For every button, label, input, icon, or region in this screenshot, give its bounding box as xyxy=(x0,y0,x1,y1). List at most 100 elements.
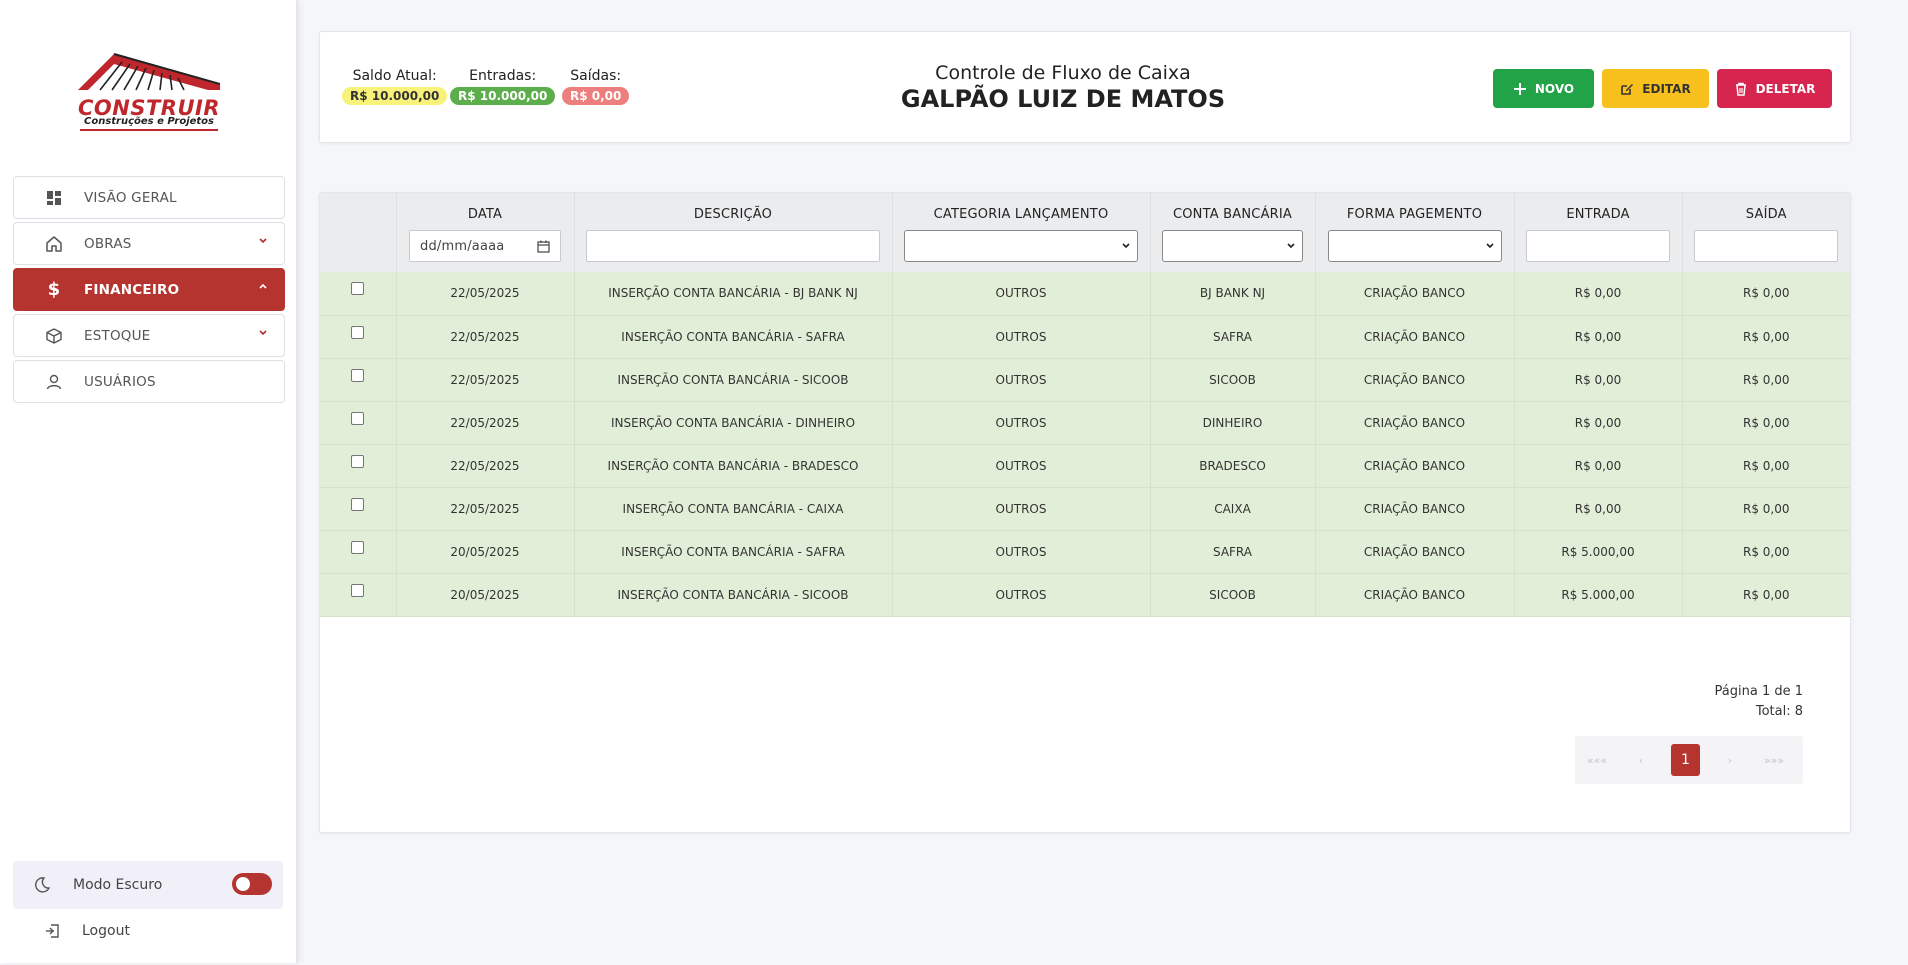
header-forma: FORMA PAGEMENTO xyxy=(1315,193,1515,272)
building-logo-icon xyxy=(78,53,220,91)
header-conta: CONTA BANCÁRIA xyxy=(1150,193,1316,272)
sidebar-item-label: USUÁRIOS xyxy=(84,373,156,390)
cell-entrada: R$ 0,00 xyxy=(1514,315,1683,358)
row-checkbox[interactable] xyxy=(351,411,365,425)
prev-page-button[interactable]: ‹ xyxy=(1619,754,1663,767)
sidebar-item-label: OBRAS xyxy=(84,235,132,252)
table-row[interactable]: 22/05/2025 INSERÇÃO CONTA BANCÁRIA - BRAD… xyxy=(320,444,1850,487)
row-checkbox[interactable] xyxy=(351,497,365,511)
page-title: GALPÃO LUIZ DE MATOS xyxy=(900,85,1226,113)
row-select-cell xyxy=(320,530,397,573)
cell-conta: CAIXA xyxy=(1150,487,1316,530)
sidebar-item-visao-geral[interactable]: VISÃO GERAL xyxy=(13,176,285,219)
cell-categoria: OUTROS xyxy=(892,487,1151,530)
cell-data: 20/05/2025 xyxy=(396,573,575,616)
brand-logo[interactable]: CONSTRUIR Construções e Projetos xyxy=(78,48,220,136)
sidebar-item-obras[interactable]: OBRAS xyxy=(13,222,285,265)
cell-data: 22/05/2025 xyxy=(396,358,575,401)
table-row[interactable]: 22/05/2025 INSERÇÃO CONTA BANCÁRIA - DINH… xyxy=(320,401,1850,444)
sidebar-item-financeiro[interactable]: $ FINANCEIRO xyxy=(13,268,285,311)
chevron-down-icon xyxy=(258,327,268,341)
column-label: DATA xyxy=(467,207,503,222)
row-checkbox[interactable] xyxy=(351,454,365,468)
plus-icon xyxy=(1513,82,1526,95)
cell-forma: CRIAÇÃO BANCO xyxy=(1315,358,1515,401)
current-page-button[interactable]: 1 xyxy=(1671,744,1700,776)
sidebar-item-usuarios[interactable]: USUÁRIOS xyxy=(13,360,285,403)
new-button[interactable]: NOVO xyxy=(1493,69,1594,108)
cell-descricao: INSERÇÃO CONTA BANCÁRIA - BRADESCO xyxy=(574,444,893,487)
forma-filter-select[interactable] xyxy=(1327,230,1502,262)
trash-icon xyxy=(1735,82,1746,96)
sidebar-item-label: FINANCEIRO xyxy=(84,281,180,298)
logout-icon xyxy=(44,922,64,940)
cell-saida: R$ 0,00 xyxy=(1742,587,1790,602)
delete-button[interactable]: DELETAR xyxy=(1717,69,1832,108)
column-label: ENTRADA xyxy=(1566,207,1630,222)
brand-tagline: Construções e Projetos xyxy=(80,116,218,131)
cell-conta: SAFRA xyxy=(1150,530,1316,573)
pagination-info: Página 1 de 1 Total: 8 xyxy=(1715,682,1803,722)
new-button-label: NOVO xyxy=(1534,81,1575,96)
logout-button[interactable]: Logout xyxy=(44,918,130,944)
saida-filter-input[interactable] xyxy=(1694,230,1839,262)
table-row[interactable]: 22/05/2025 INSERÇÃO CONTA BANCÁRIA - BJ B… xyxy=(320,272,1850,315)
table-row[interactable]: 22/05/2025 INSERÇÃO CONTA BANCÁRIA - SICO… xyxy=(320,358,1850,401)
table-row[interactable]: 20/05/2025 INSERÇÃO CONTA BANCÁRIA - SAFR… xyxy=(320,530,1850,573)
next-page-button[interactable]: › xyxy=(1708,754,1752,767)
cell-entrada: R$ 0,00 xyxy=(1514,444,1683,487)
cell-entrada: R$ 5.000,00 xyxy=(1514,573,1683,616)
row-checkbox[interactable] xyxy=(351,583,365,597)
chevron-up-icon xyxy=(258,281,268,295)
categoria-filter-select[interactable] xyxy=(904,230,1138,262)
table-row[interactable]: 20/05/2025 INSERÇÃO CONTA BANCÁRIA - SICO… xyxy=(320,573,1850,616)
date-filter-input[interactable]: dd/mm/aaaa xyxy=(409,230,561,262)
row-select-cell xyxy=(320,573,397,616)
cell-descricao: INSERÇÃO CONTA BANCÁRIA - CAIXA xyxy=(574,487,893,530)
cell-forma: CRIAÇÃO BANCO xyxy=(1315,315,1515,358)
cell-entrada: R$ 0,00 xyxy=(1514,401,1683,444)
chevron-down-icon xyxy=(1485,243,1494,249)
edit-button-label: EDITAR xyxy=(1642,81,1691,96)
entradas-label: Entradas: xyxy=(469,68,537,84)
cell-data: 22/05/2025 xyxy=(396,487,575,530)
cell-conta: DINHEIRO xyxy=(1150,401,1316,444)
chevron-down-icon xyxy=(258,235,268,249)
sidebar-nav: VISÃO GERAL OBRAS $ FINANCEIRO ESTOQUE U… xyxy=(13,176,285,406)
dark-mode-row: Modo Escuro xyxy=(13,861,283,909)
cell-categoria: OUTROS xyxy=(892,401,1151,444)
dollar-icon: $ xyxy=(47,279,61,300)
saldo-badge: R$ 10.000,00 xyxy=(342,87,448,105)
saidas-stat: Saídas: R$ 0,00 xyxy=(562,68,630,105)
cell-descricao: INSERÇÃO CONTA BANCÁRIA - SICOOB xyxy=(574,573,893,616)
cell-conta: SAFRA xyxy=(1150,315,1316,358)
row-checkbox[interactable] xyxy=(351,368,365,382)
sidebar-item-label: VISÃO GERAL xyxy=(84,189,177,206)
row-checkbox[interactable] xyxy=(351,540,365,554)
page-info: Página 1 de 1 xyxy=(1714,684,1803,699)
row-checkbox[interactable] xyxy=(351,282,365,295)
table-row[interactable]: 22/05/2025 INSERÇÃO CONTA BANCÁRIA - SAFR… xyxy=(320,315,1850,358)
sidebar-item-estoque[interactable]: ESTOQUE xyxy=(13,314,285,357)
edit-button[interactable]: EDITAR xyxy=(1602,69,1709,108)
column-label: CONTA BANCÁRIA xyxy=(1172,207,1293,222)
first-page-button[interactable]: ««« xyxy=(1575,754,1619,767)
cell-conta: BJ BANK NJ xyxy=(1150,272,1316,315)
row-select-cell xyxy=(320,487,397,530)
calendar-icon xyxy=(537,240,550,253)
cell-data: 22/05/2025 xyxy=(396,315,575,358)
cell-forma: CRIAÇÃO BANCO xyxy=(1315,530,1515,573)
dark-mode-toggle[interactable] xyxy=(232,873,272,895)
home-icon xyxy=(44,234,64,254)
cell-descricao: INSERÇÃO CONTA BANCÁRIA - BJ BANK NJ xyxy=(574,272,893,315)
cell-categoria: OUTROS xyxy=(892,272,1151,315)
row-checkbox[interactable] xyxy=(351,325,365,339)
moon-icon xyxy=(33,876,53,894)
delete-button-label: DELETAR xyxy=(1755,81,1816,96)
table-row[interactable]: 22/05/2025 INSERÇÃO CONTA BANCÁRIA - CAIX… xyxy=(320,487,1850,530)
header-saida: SAÍDA xyxy=(1682,193,1850,272)
last-page-button[interactable]: »»» xyxy=(1752,754,1796,767)
conta-filter-select[interactable] xyxy=(1162,230,1303,262)
entrada-filter-input[interactable] xyxy=(1526,230,1670,262)
descricao-filter-input[interactable] xyxy=(586,230,880,262)
